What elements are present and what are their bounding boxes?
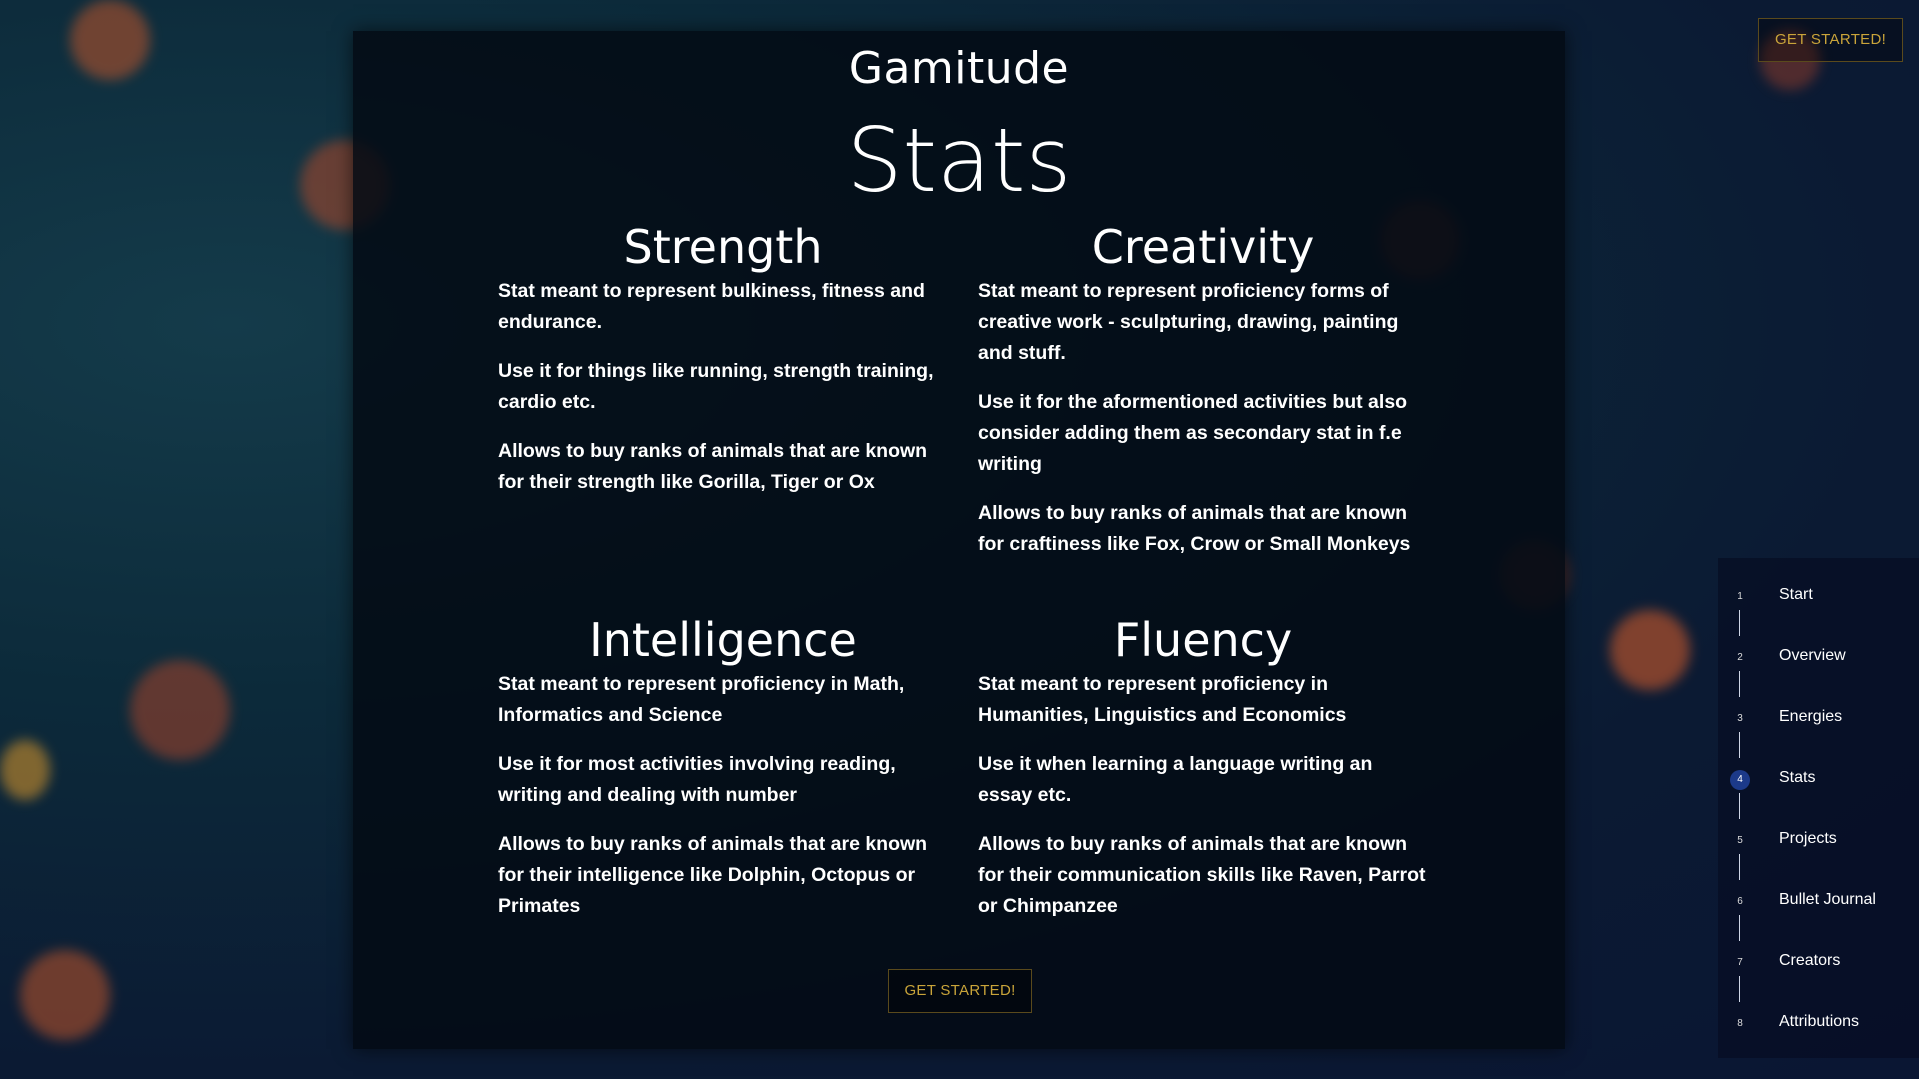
stat-animals: Allows to buy ranks of animals that are … (978, 502, 1411, 555)
nav-item-energies[interactable]: 3 Energies (1718, 704, 1919, 734)
nav-item-label: Energies (1779, 708, 1843, 725)
section-nav: 1 Start 2 Overview 3 Energies 4 Stats 5 … (1718, 558, 1919, 1058)
nav-item-label: Projects (1779, 830, 1837, 847)
stat-description: Stat meant to represent bulkiness, fitne… (498, 280, 925, 333)
nav-connector (1739, 610, 1740, 636)
stat-description: Stat meant to represent proficiency form… (978, 280, 1399, 364)
nav-connector (1739, 915, 1740, 941)
nav-connector (1739, 976, 1740, 1002)
nav-item-label: Stats (1779, 769, 1816, 786)
stat-title: Fluency (1113, 613, 1293, 667)
nav-step-number: 2 (1737, 652, 1743, 663)
nav-item-bullet-journal[interactable]: 6 Bullet Journal (1718, 887, 1919, 917)
nav-item-start[interactable]: 1 Start (1718, 582, 1919, 612)
stat-card-creativity: Creativity Stat meant to represent profi… (978, 220, 1428, 578)
nav-step-number: 6 (1737, 896, 1743, 907)
stat-usage: Use it for most activities involving rea… (498, 753, 896, 806)
page-title: Stats (846, 109, 1072, 212)
nav-step-number: 5 (1737, 835, 1743, 846)
content-panel: Gamitude Stats Strength Stat meant to re… (353, 31, 1565, 1049)
nav-step-number: 7 (1737, 957, 1743, 968)
nav-item-label: Bullet Journal (1779, 891, 1876, 908)
nav-step-number: 1 (1737, 591, 1743, 602)
get-started-button-top[interactable]: GET STARTED! (1758, 18, 1903, 62)
get-started-button-bottom[interactable]: GET STARTED! (888, 969, 1032, 1013)
nav-step-number: 8 (1737, 1018, 1743, 1029)
stat-title: Strength (623, 220, 823, 274)
stat-title: Intelligence (589, 613, 857, 667)
stat-card-strength: Strength Stat meant to represent bulkine… (498, 220, 948, 516)
nav-connector (1739, 854, 1740, 880)
stat-card-intelligence: Intelligence Stat meant to represent pro… (498, 613, 948, 940)
stat-usage: Use it when learning a language writing … (978, 753, 1373, 806)
nav-item-label: Creators (1779, 952, 1841, 969)
nav-step-number-active: 4 (1730, 770, 1750, 790)
stat-usage: Use it for things like running, strength… (498, 360, 934, 413)
nav-connector (1739, 793, 1740, 819)
stat-animals: Allows to buy ranks of animals that are … (498, 833, 928, 917)
stat-description: Stat meant to represent proficiency in M… (498, 673, 905, 726)
stat-description: Stat meant to represent proficiency in H… (978, 673, 1347, 726)
stat-card-fluency: Fluency Stat meant to represent proficie… (978, 613, 1428, 940)
stat-animals: Allows to buy ranks of animals that are … (978, 833, 1426, 917)
nav-step-number: 3 (1737, 713, 1743, 724)
nav-item-attributions[interactable]: 8 Attributions (1718, 1009, 1919, 1039)
nav-item-label: Attributions (1779, 1013, 1860, 1030)
nav-item-label: Overview (1779, 647, 1846, 664)
stat-title: Creativity (1091, 220, 1315, 274)
nav-item-creators[interactable]: 7 Creators (1718, 948, 1919, 978)
stat-usage: Use it for the aformentioned activities … (978, 391, 1408, 475)
nav-item-label: Start (1779, 586, 1813, 603)
nav-connector (1739, 671, 1740, 697)
nav-connector (1739, 732, 1740, 758)
stat-animals: Allows to buy ranks of animals that are … (498, 440, 928, 493)
nav-item-stats[interactable]: 4 Stats (1718, 765, 1919, 795)
nav-item-overview[interactable]: 2 Overview (1718, 643, 1919, 673)
nav-item-projects[interactable]: 5 Projects (1718, 826, 1919, 856)
brand-logo-text: Gamitude (848, 43, 1070, 94)
